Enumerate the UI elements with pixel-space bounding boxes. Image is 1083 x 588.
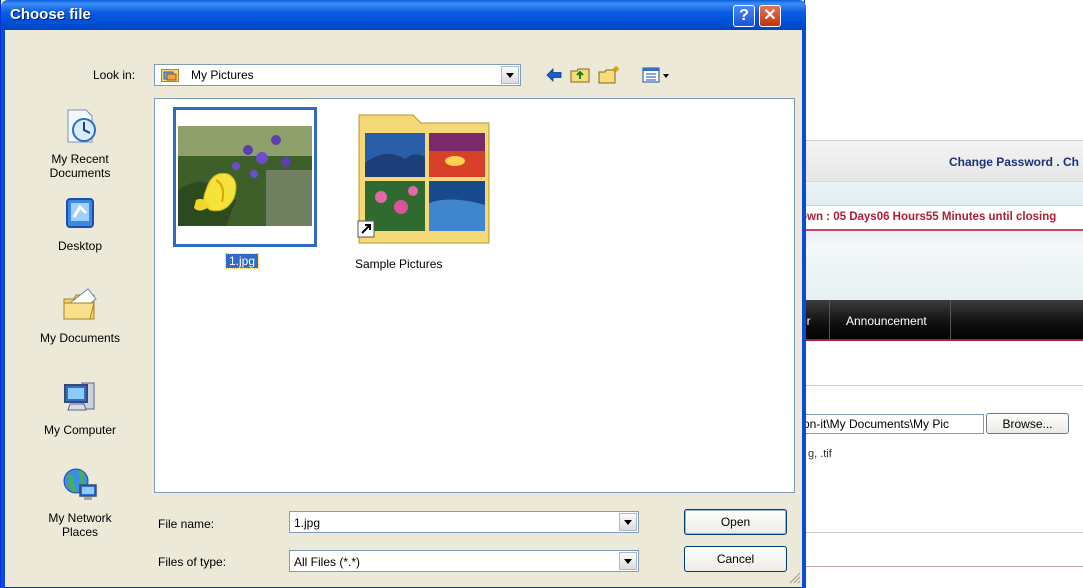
recent-documents-icon bbox=[67, 109, 96, 143]
file-name-field-label: File name: bbox=[158, 517, 215, 531]
nav-item-announcement[interactable]: Announcement bbox=[846, 314, 927, 328]
window-frame-right bbox=[802, 30, 806, 588]
up-folder-icon[interactable] bbox=[569, 64, 591, 86]
choose-file-dialog: Choose file ? ✕ Look in: My Pictures My … bbox=[0, 0, 806, 588]
place-my-computer[interactable]: My Computer bbox=[9, 377, 151, 437]
cancel-button[interactable]: Cancel bbox=[684, 546, 787, 572]
file-name-combo[interactable]: 1.jpg bbox=[289, 511, 639, 533]
my-pictures-folder-icon bbox=[161, 69, 179, 82]
webpage-bottom-line bbox=[790, 566, 1083, 567]
file-name-value: 1.jpg bbox=[294, 516, 321, 530]
place-label: My Recent Documents bbox=[49, 152, 111, 180]
allowed-extensions-text: g, .tif bbox=[808, 448, 832, 460]
thumbnail-frame bbox=[173, 107, 317, 247]
dialog-title: Choose file bbox=[10, 6, 91, 23]
file-name-label: 1.jpg bbox=[224, 253, 260, 269]
upload-path-input[interactable]: on-it\My Documents\My Pic bbox=[800, 414, 984, 434]
close-button[interactable]: ✕ bbox=[759, 5, 781, 27]
file-list-view[interactable]: 1.jpg Sample Pictures bbox=[154, 98, 795, 493]
help-button[interactable]: ? bbox=[733, 5, 755, 27]
close-icon: ✕ bbox=[763, 7, 777, 24]
new-folder-icon[interactable] bbox=[597, 64, 621, 86]
resize-grip-icon[interactable] bbox=[789, 572, 801, 584]
place-label: My Computer bbox=[43, 423, 117, 437]
places-bar: My Recent Documents Desktop My Documents bbox=[9, 98, 151, 578]
folder-shortcut-thumbnail bbox=[357, 114, 490, 244]
nav-accent-line bbox=[790, 339, 1083, 341]
browse-button[interactable]: Browse... bbox=[986, 413, 1069, 434]
chevron-down-icon[interactable] bbox=[619, 552, 637, 570]
place-desktop[interactable]: Desktop bbox=[9, 193, 151, 253]
question-mark-icon: ? bbox=[739, 7, 749, 24]
countdown-text: own : 05 Days06 Hours55 Minutes until cl… bbox=[800, 211, 1057, 223]
desktop-icon bbox=[66, 198, 94, 228]
view-menu-icon[interactable] bbox=[641, 64, 671, 86]
folder-item-sample-pictures[interactable]: Sample Pictures bbox=[353, 111, 498, 281]
place-label: My Network Places bbox=[48, 511, 112, 539]
nav-separator bbox=[829, 300, 830, 341]
webpage-nav-bar: er Announcement bbox=[790, 300, 1083, 341]
account-links[interactable]: Change Password . Ch bbox=[949, 155, 1079, 169]
back-arrow-icon[interactable] bbox=[544, 64, 564, 86]
look-in-value: My Pictures bbox=[191, 68, 254, 82]
place-label: My Documents bbox=[39, 331, 121, 345]
open-button[interactable]: Open bbox=[684, 509, 787, 535]
file-item-1-jpg[interactable]: 1.jpg bbox=[173, 107, 317, 277]
place-my-documents[interactable]: My Documents bbox=[9, 285, 151, 345]
place-label: Desktop bbox=[57, 239, 103, 253]
look-in-dropdown[interactable]: My Pictures bbox=[154, 64, 521, 86]
nav-separator bbox=[950, 300, 951, 341]
my-computer-icon bbox=[64, 382, 95, 411]
webpage-divider bbox=[790, 532, 1083, 533]
window-frame-left bbox=[1, 30, 5, 588]
file-type-value: All Files (*.*) bbox=[294, 555, 361, 569]
webpage-top-bar: Change Password . Ch bbox=[790, 140, 1083, 182]
webpage-divider bbox=[790, 385, 1083, 386]
my-documents-icon bbox=[63, 288, 97, 320]
chevron-down-icon[interactable] bbox=[501, 66, 519, 84]
network-places-icon bbox=[63, 468, 97, 500]
webpage-banner bbox=[790, 182, 1083, 300]
place-my-network-places[interactable]: My Network Places bbox=[9, 465, 151, 539]
title-bar[interactable]: Choose file ? ✕ bbox=[1, 0, 806, 30]
place-my-recent-documents[interactable]: My Recent Documents bbox=[9, 106, 151, 180]
file-type-dropdown[interactable]: All Files (*.*) bbox=[289, 550, 639, 572]
flower-photo-thumbnail bbox=[176, 110, 314, 244]
look-in-label: Look in: bbox=[93, 68, 136, 82]
file-type-field-label: Files of type: bbox=[158, 555, 227, 569]
countdown-bar: own : 05 Days06 Hours55 Minutes until cl… bbox=[790, 205, 1083, 231]
chevron-down-icon[interactable] bbox=[619, 513, 637, 531]
folder-name-label: Sample Pictures bbox=[355, 257, 443, 271]
